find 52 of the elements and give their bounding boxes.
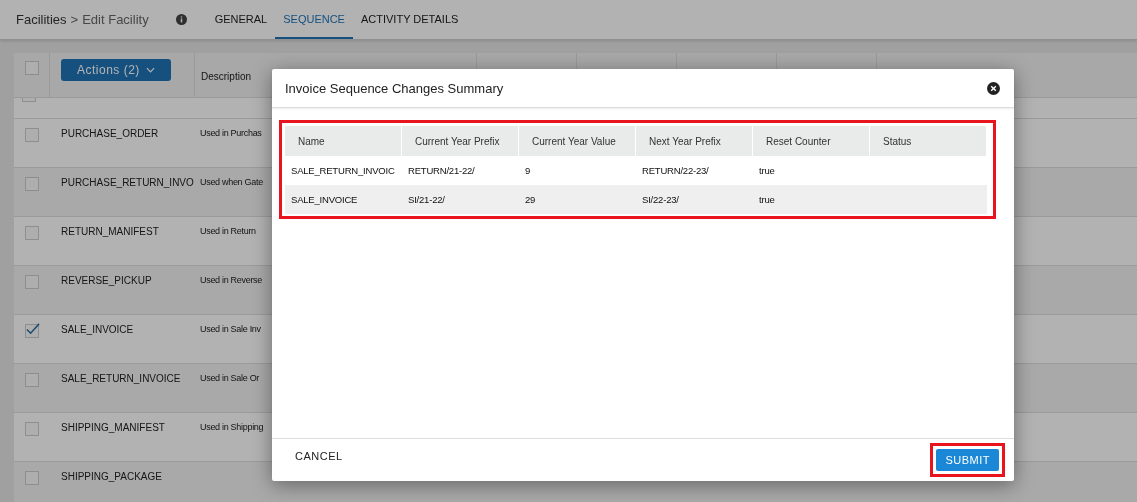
table-cell: RETURN_MANIFEST: [61, 226, 159, 237]
breadcrumb-link[interactable]: Facilities: [16, 12, 67, 27]
breadcrumb-current: Edit Facility: [82, 12, 149, 27]
tab[interactable]: GENERAL: [206, 0, 276, 39]
row-checkbox[interactable]: [25, 128, 39, 142]
table-cell: SALE_RETURN_INVOIC: [291, 165, 395, 176]
table-cell: PURCHASE_RETURN_INVO: [61, 177, 194, 188]
breadcrumb-separator: >: [70, 12, 79, 27]
actions-button[interactable]: Actions (2): [61, 59, 171, 81]
table-cell: 29: [525, 194, 536, 205]
table-cell: SI/22-23/: [642, 194, 679, 205]
table-cell: RETURN/21-22/: [408, 165, 475, 176]
table-cell: Used when Gate: [200, 177, 263, 187]
table-cell: SALE_INVOICE: [291, 194, 358, 205]
row-checkbox[interactable]: [25, 422, 39, 436]
row-checkbox[interactable]: [25, 177, 39, 191]
row-checkbox[interactable]: [25, 471, 39, 485]
column-header: Reset Counter: [766, 135, 831, 147]
table-cell: REVERSE_PICKUP: [61, 275, 152, 286]
tab[interactable]: ACTIVITY DETAILS: [352, 0, 467, 39]
column-header: Current Year Value: [532, 135, 616, 147]
table-cell: Used in Sale Or: [200, 373, 260, 383]
chevron-down-icon: [145, 67, 155, 73]
column-header: Status: [883, 135, 912, 147]
row-checkbox[interactable]: [25, 275, 39, 289]
table-cell: Used in Sale Inv: [200, 324, 261, 334]
column-header: Current Year Prefix: [415, 135, 500, 147]
info-icon[interactable]: [175, 14, 187, 25]
table-cell: SHIPPING_PACKAGE: [61, 471, 162, 482]
table-cell: RETURN/22-23/: [642, 165, 709, 176]
tab[interactable]: SEQUENCE: [275, 0, 353, 39]
row-checkbox[interactable]: [25, 324, 39, 338]
table-cell: true: [759, 194, 775, 205]
table-cell: SHIPPING_MANIFEST: [61, 422, 165, 433]
table-cell: PURCHASE_ORDER: [61, 128, 159, 139]
select-all-checkbox[interactable]: [24, 61, 39, 75]
table-cell: Used in Reverse: [200, 275, 263, 285]
table-cell: 9: [525, 165, 531, 176]
table-cell: SALE_INVOICE: [61, 324, 134, 335]
table-cell: SALE_RETURN_INVOICE: [61, 373, 181, 384]
table-cell: true: [759, 165, 775, 176]
table-cell: Used in Shipping: [200, 422, 264, 432]
column-header: Next Year Prefix: [649, 135, 721, 147]
close-icon[interactable]: [987, 81, 1000, 95]
table-cell: SI/21-22/: [408, 194, 445, 205]
submit-button[interactable]: SUBMIT: [936, 449, 999, 471]
row-checkbox[interactable]: [25, 226, 39, 240]
row-checkbox[interactable]: [25, 373, 39, 387]
cancel-button[interactable]: CANCEL: [286, 446, 352, 466]
table-cell: Used in Purchas: [200, 128, 262, 138]
table-cell: Used in Return: [200, 226, 256, 236]
column-header: Name: [298, 135, 325, 147]
